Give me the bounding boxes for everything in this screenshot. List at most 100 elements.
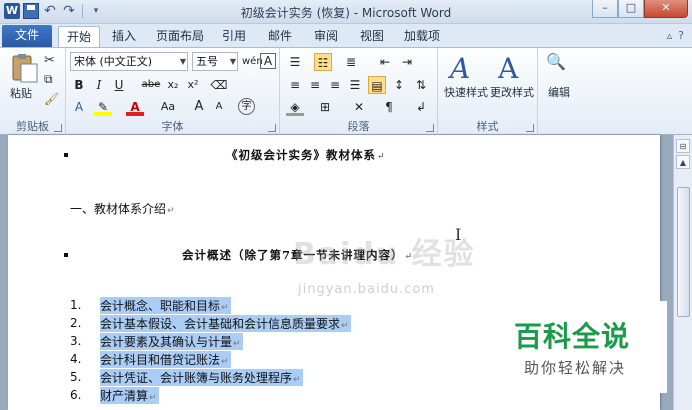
chevron-down-icon: ▼ [229, 57, 236, 66]
document-title[interactable]: 《初级会计实务》教材体系↵ [226, 147, 386, 163]
find-icon[interactable]: 🔍 [546, 52, 578, 84]
ruler-toggle-icon[interactable]: ⊟ [676, 139, 690, 153]
paragraph-bullet [64, 253, 68, 257]
font-launcher-icon[interactable] [268, 124, 276, 132]
distributed-icon[interactable]: ▤ [368, 76, 386, 94]
decrease-indent-icon[interactable]: ⇤ [376, 53, 394, 71]
align-right-icon[interactable]: ≡ [326, 76, 344, 94]
shrink-font-button[interactable]: A [210, 98, 228, 116]
section-intro[interactable]: 一、教材体系介绍↵ [70, 200, 175, 217]
change-styles-button-label[interactable]: 更改样式 [490, 84, 534, 100]
format-painter-icon[interactable]: 🖌 [44, 92, 59, 106]
badge-title: 百科全说 [514, 320, 631, 353]
paragraph-bullet [64, 153, 68, 157]
highlight-icon[interactable]: ✎ [94, 98, 112, 116]
sort-icon[interactable]: ⇅ [412, 76, 430, 94]
text-effects-icon[interactable]: A [70, 98, 88, 116]
copy-icon[interactable]: ⧉ [44, 72, 53, 87]
chinese-layout-icon[interactable]: ✕ [350, 98, 368, 116]
cut-icon[interactable]: ✂ [44, 53, 55, 68]
paste-icon[interactable] [8, 52, 40, 84]
multilevel-list-icon[interactable]: ≣ [342, 53, 360, 71]
paragraph-group: ☰ ☷ ≣ ⇤ ⇥ ≡ ≡ ≡ ☰ ▤ ↕ ⇅ ◈ ⊞ ✕ ¶ ↲ 段落 [280, 48, 438, 135]
maximize-button[interactable]: □ [618, 0, 644, 18]
baike-badge: 百科全说 助你轻松解决 [502, 301, 667, 393]
clear-format-icon[interactable]: ⌫ [210, 76, 228, 94]
font-name-select[interactable]: 宋体 (中文正文) ▼ [70, 52, 188, 71]
bold-button[interactable]: B [70, 76, 88, 94]
badge-subtitle: 助你轻松解决 [524, 359, 627, 377]
font-name-value: 宋体 (中文正文) [74, 55, 153, 68]
tab-home[interactable]: 开始 [58, 26, 100, 47]
grow-font-button[interactable]: A [190, 98, 208, 116]
show-marks-icon[interactable]: ↲ [412, 98, 430, 116]
title-bar: W ↶ ↷ ▾ 初级会计实务 (恢复) - Microsoft Word – □… [0, 0, 692, 24]
list-item-number: 2. [70, 316, 82, 330]
tab-add-ins[interactable]: 加载项 [398, 26, 446, 47]
font-group: 宋体 (中文正文) ▼ 五号 ▼ wén A B I U abe x₂ x² ⌫ A… [66, 48, 280, 135]
asian-layout-icon[interactable]: ¶ [380, 98, 398, 116]
numbering-icon[interactable]: ☷ [314, 53, 332, 71]
baidu-watermark: Baidu 经验 [293, 237, 476, 272]
editing-group: 🔍 编辑 [538, 48, 582, 135]
tab-view[interactable]: 视图 [352, 26, 392, 47]
list-item-number: 3. [70, 334, 82, 348]
editing-button-label[interactable]: 编辑 [548, 84, 570, 100]
align-center-icon[interactable]: ≡ [306, 76, 324, 94]
italic-button[interactable]: I [90, 76, 108, 94]
superscript-button[interactable]: x² [184, 76, 202, 94]
close-button[interactable]: ✕ [644, 0, 688, 18]
minimize-ribbon-icon[interactable]: ▵ [667, 29, 673, 42]
minimize-button[interactable]: – [592, 0, 618, 18]
tab-review[interactable]: 审阅 [306, 26, 346, 47]
shading-icon[interactable]: ◈ [286, 98, 304, 116]
list-item-number: 1. [70, 298, 82, 312]
scroll-up-icon[interactable]: ▲ [676, 155, 690, 169]
scrollbar-thumb[interactable] [677, 187, 690, 317]
tab-insert[interactable]: 插入 [104, 26, 144, 47]
styles-launcher-icon[interactable] [526, 124, 534, 132]
vertical-scrollbar[interactable]: ⊟ ▲ [673, 135, 692, 410]
quick-styles-button-label[interactable]: 快速样式 [444, 84, 488, 100]
paragraph-launcher-icon[interactable] [426, 124, 434, 132]
quick-styles-icon[interactable]: A [450, 52, 482, 85]
list-item[interactable]: 财产清算↵ [100, 387, 159, 404]
change-case-button[interactable]: Aa [156, 98, 180, 116]
strikethrough-button[interactable]: abe [140, 76, 162, 94]
change-styles-icon[interactable]: A [498, 52, 530, 85]
window-title: 初级会计实务 (恢复) - Microsoft Word [240, 6, 452, 20]
window-controls: – □ ✕ [592, 0, 688, 18]
list-item[interactable]: 会计凭证、会计账簿与账务处理程序↵ [100, 369, 303, 386]
chevron-down-icon: ▼ [179, 57, 186, 66]
styles-group: A 快速样式 A 更改样式 样式 [438, 48, 538, 135]
increase-indent-icon[interactable]: ⇥ [398, 53, 416, 71]
font-color-button[interactable]: A [126, 98, 144, 116]
tab-references[interactable]: 引用 [214, 26, 254, 47]
bullets-icon[interactable]: ☰ [286, 53, 304, 71]
char-border-icon[interactable]: A [260, 53, 276, 69]
list-item[interactable]: 会计概念、职能和目标↵ [100, 297, 231, 314]
list-item[interactable]: 会计基本假设、会计基础和会计信息质量要求↵ [100, 315, 351, 332]
wen-phonetic-icon[interactable]: wén [242, 53, 263, 71]
align-left-icon[interactable]: ≡ [286, 76, 304, 94]
subscript-button[interactable]: x₂ [164, 76, 182, 94]
ribbon: 粘贴 ✂ ⧉ 🖌 剪贴板 宋体 (中文正文) ▼ 五号 ▼ wén A B I U … [0, 47, 692, 135]
line-spacing-icon[interactable]: ↕ [390, 76, 408, 94]
enclose-char-button[interactable]: 字 [238, 98, 255, 115]
ribbon-tab-row: 文件 开始 插入 页面布局 引用 邮件 审阅 视图 加载项 ▵ ? [0, 24, 692, 47]
list-item[interactable]: 会计要素及其确认与计量↵ [100, 333, 243, 350]
underline-button[interactable]: U [110, 76, 128, 94]
list-item-number: 4. [70, 352, 82, 366]
list-item[interactable]: 会计科目和借贷记账法↵ [100, 351, 231, 368]
justify-icon[interactable]: ☰ [346, 76, 364, 94]
tab-mailings[interactable]: 邮件 [260, 26, 300, 47]
font-size-select[interactable]: 五号 ▼ [192, 52, 238, 71]
clipboard-launcher-icon[interactable] [54, 124, 62, 132]
help-icon[interactable]: ? [678, 29, 684, 42]
borders-icon[interactable]: ⊞ [316, 98, 334, 116]
tab-page-layout[interactable]: 页面布局 [150, 26, 210, 47]
paste-button-label[interactable]: 粘贴 [10, 85, 32, 101]
paragraph-group-label: 段落 [347, 120, 370, 133]
tab-file[interactable]: 文件 [2, 25, 52, 47]
clipboard-group: 粘贴 ✂ ⧉ 🖌 剪贴板 [0, 48, 66, 135]
